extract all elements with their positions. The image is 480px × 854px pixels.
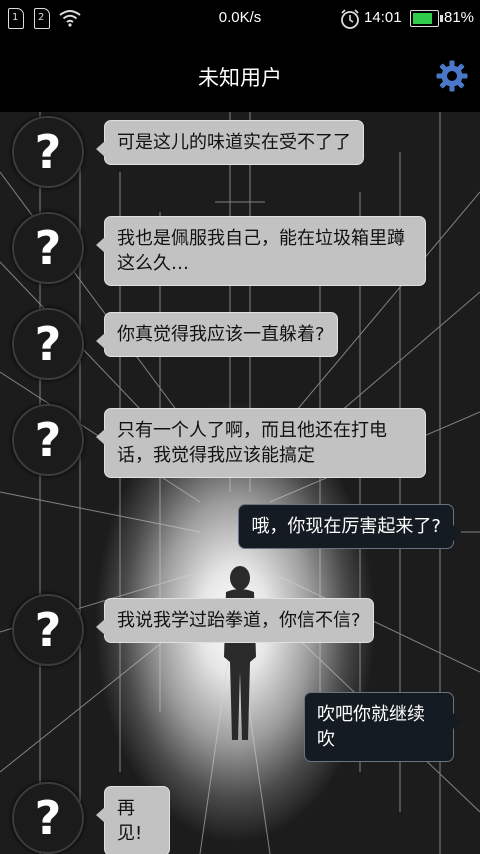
page-title: 未知用户 [198, 66, 282, 90]
avatar-unknown-icon[interactable]: ? [12, 212, 84, 284]
incoming-message-bubble[interactable]: 我说我学过跆拳道，你信不信? [96, 598, 374, 643]
incoming-message-bubble[interactable]: 可是这儿的味道实在受不了了 [96, 120, 364, 165]
avatar-unknown-icon[interactable]: ? [12, 594, 84, 666]
incoming-message-bubble[interactable]: 再见! [96, 786, 170, 854]
question-mark-icon: ? [34, 125, 62, 179]
avatar-unknown-icon[interactable]: ? [12, 404, 84, 476]
status-bar: 1 2 0.0K/s 14:01 81% [0, 0, 480, 38]
title-bar: 未知用户 [0, 38, 480, 112]
gear-icon[interactable] [436, 60, 468, 92]
question-mark-icon: ? [34, 791, 62, 845]
question-mark-icon: ? [34, 603, 62, 657]
net-speed: 0.0K/s [218, 9, 262, 26]
avatar-unknown-icon[interactable]: ? [12, 116, 84, 188]
outgoing-message-bubble[interactable]: 吹吧你就继续吹 [304, 692, 462, 762]
incoming-message-bubble[interactable]: 只有一个人了啊，而且他还在打电话，我觉得我应该能搞定 [96, 408, 426, 478]
alarm-icon [341, 9, 359, 29]
outgoing-message-bubble[interactable]: 哦，你现在厉害起来了? [238, 504, 462, 549]
question-mark-icon: ? [34, 413, 62, 467]
battery-fill [413, 13, 432, 24]
question-mark-icon: ? [34, 317, 62, 371]
incoming-message-bubble[interactable]: 我也是佩服我自己，能在垃圾箱里蹲这么久… [96, 216, 426, 286]
question-mark-icon: ? [34, 221, 62, 275]
silhouette-figure [224, 566, 256, 740]
avatar-unknown-icon[interactable]: ? [12, 308, 84, 380]
avatar-unknown-icon[interactable]: ? [12, 782, 84, 854]
battery-percent: 81% [444, 9, 475, 26]
battery-icon [410, 10, 443, 27]
clock: 14:01 [364, 9, 402, 26]
incoming-message-bubble[interactable]: 你真觉得我应该一直躲着? [96, 312, 338, 357]
